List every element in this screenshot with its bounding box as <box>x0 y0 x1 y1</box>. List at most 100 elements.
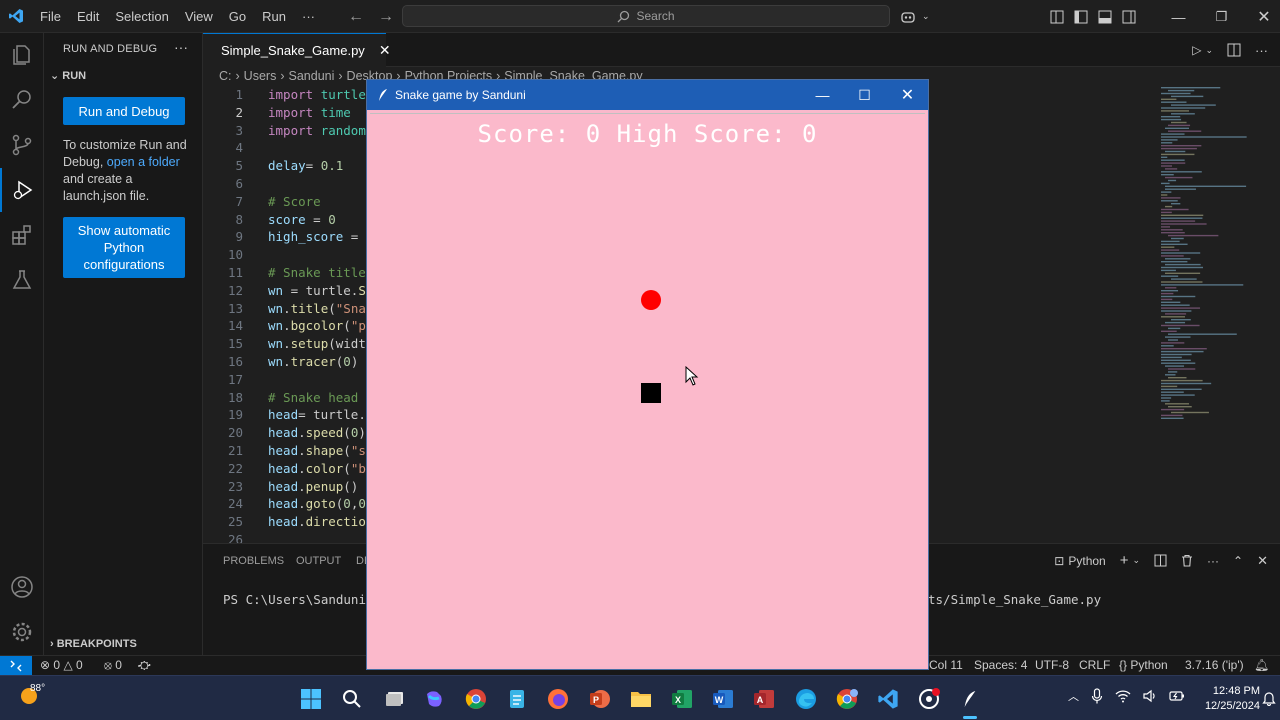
notifications-bell-icon[interactable]: 🔔︎ <box>1254 658 1269 672</box>
excel-icon[interactable]: X <box>668 685 696 713</box>
run-python-file-icon[interactable]: ▷ <box>1192 43 1201 57</box>
copilot-app-icon[interactable] <box>420 685 448 713</box>
file-explorer-icon[interactable] <box>627 685 655 713</box>
battery-charging-icon[interactable] <box>1169 690 1185 702</box>
debug-status-icon[interactable]: ⛮ <box>138 658 151 673</box>
tab-simple-snake-game[interactable]: Simple_Snake_Game.py ✕ <box>203 33 391 67</box>
new-terminal-icon[interactable]: + <box>1120 552 1129 569</box>
toggle-panel-icon[interactable] <box>1098 10 1112 24</box>
extensions-icon[interactable] <box>0 213 44 257</box>
more-actions-icon[interactable]: ··· <box>174 39 188 55</box>
microphone-icon[interactable] <box>1091 688 1103 704</box>
split-terminal-icon[interactable] <box>1154 554 1167 567</box>
powerpoint-icon[interactable]: P <box>586 685 614 713</box>
testing-flask-icon[interactable] <box>0 258 44 302</box>
code-line: high_score = 0 <box>268 229 373 245</box>
split-editor-icon[interactable] <box>1227 43 1241 57</box>
maximize-panel-icon[interactable]: ⌃ <box>1233 554 1243 568</box>
tab-problems[interactable]: PROBLEMS <box>223 555 284 567</box>
taskbar-clock[interactable]: 12:48 PM 12/25/2024 <box>1200 684 1260 714</box>
game-close-icon[interactable]: ✕ <box>886 80 929 110</box>
copilot-chevron-icon[interactable]: ⌄ <box>922 11 930 22</box>
terminal-prompt[interactable]: PS C:\Users\Sanduni> & <box>223 592 389 607</box>
source-control-icon[interactable] <box>0 123 44 167</box>
eol-status[interactable]: CRLF <box>1079 658 1110 672</box>
minimap-line <box>1161 147 1197 150</box>
restore-icon[interactable]: ❐ <box>1216 9 1228 25</box>
terminal-chevron-icon[interactable]: ⌄ <box>1132 555 1140 566</box>
explorer-icon[interactable] <box>0 33 44 77</box>
python-turtle-taskbar-icon[interactable] <box>956 685 984 713</box>
minimap[interactable] <box>1158 85 1268 435</box>
minimize-icon[interactable]: — <box>1172 9 1186 25</box>
problems-status[interactable]: ⊗ 0 △ 0 <box>40 658 83 672</box>
menu-edit[interactable]: Edit <box>69 0 107 33</box>
menu-run[interactable]: Run <box>254 0 294 33</box>
indentation-status[interactable]: Spaces: 4 <box>974 658 1027 672</box>
menu-file[interactable]: File <box>32 0 69 33</box>
run-chevron-icon[interactable]: ⌄ <box>1205 45 1213 56</box>
cursor-position[interactable]: Col 11 <box>929 658 963 672</box>
breakpoints-section-header[interactable]: › BREAKPOINTS <box>50 638 137 650</box>
edge-icon[interactable] <box>792 685 820 713</box>
close-window-icon[interactable]: ✕ <box>1257 7 1270 27</box>
ports-status[interactable]: ⦻ 0 <box>104 658 122 673</box>
menu-view[interactable]: View <box>177 0 221 33</box>
minimap-line <box>1161 98 1177 100</box>
toggle-secondary-sidebar-icon[interactable] <box>1122 10 1136 24</box>
breadcrumb-item[interactable]: Sanduni <box>289 69 335 83</box>
minimap-line <box>1168 371 1178 373</box>
breadcrumb-item[interactable]: C: <box>219 69 232 83</box>
minimap-line <box>1165 168 1178 170</box>
wifi-icon[interactable] <box>1115 689 1131 703</box>
game-minimize-icon[interactable]: — <box>801 80 844 110</box>
toggle-sidebar-icon[interactable] <box>1074 10 1088 24</box>
open-folder-link[interactable]: open a folder <box>107 155 180 169</box>
tray-chevron-up-icon[interactable]: ︿ <box>1068 688 1079 704</box>
menu-more[interactable]: ··· <box>294 0 323 33</box>
chrome-profile-icon[interactable] <box>833 685 861 713</box>
terminal-profile-label[interactable]: Python <box>1068 554 1105 568</box>
run-and-debug-icon[interactable] <box>0 168 44 212</box>
settings-gear-icon[interactable] <box>0 610 44 654</box>
notepad-icon[interactable] <box>503 685 531 713</box>
firefox-icon[interactable] <box>544 685 572 713</box>
obs-recorder-icon[interactable] <box>915 685 943 713</box>
access-icon[interactable]: A <box>750 685 778 713</box>
encoding-status[interactable]: UTF-8 <box>1035 658 1069 672</box>
editor-more-actions-icon[interactable]: ··· <box>1255 43 1268 58</box>
tab-close-icon[interactable]: ✕ <box>379 42 391 59</box>
accounts-icon[interactable] <box>0 565 44 609</box>
game-canvas[interactable]: Score: 0 High Score: 0 <box>370 113 925 666</box>
volume-icon[interactable] <box>1143 689 1157 703</box>
notifications-icon[interactable] <box>1262 690 1276 709</box>
trash-icon[interactable] <box>1181 554 1193 567</box>
breadcrumb-item[interactable]: Users <box>244 69 277 83</box>
show-python-configurations-button[interactable]: Show automatic Python configurations <box>63 217 185 278</box>
command-center-search[interactable]: Search <box>402 5 890 27</box>
menu-go[interactable]: Go <box>221 0 254 33</box>
forward-arrow-icon[interactable]: → <box>378 8 394 26</box>
game-maximize-icon[interactable]: ☐ <box>843 80 886 110</box>
chrome-icon[interactable] <box>462 685 490 713</box>
remote-indicator-icon[interactable] <box>0 656 32 676</box>
search-sidebar-icon[interactable] <box>0 78 44 122</box>
python-interpreter-status[interactable]: 3.7.16 ('ip') <box>1185 658 1244 672</box>
taskbar-search-icon[interactable] <box>338 685 366 713</box>
back-arrow-icon[interactable]: ← <box>348 8 364 26</box>
tab-output[interactable]: OUTPUT <box>296 555 341 567</box>
menu-selection[interactable]: Selection <box>107 0 176 33</box>
vscode-taskbar-icon[interactable] <box>874 685 902 713</box>
task-view-icon[interactable] <box>381 685 409 713</box>
run-and-debug-button[interactable]: Run and Debug <box>63 97 185 125</box>
customize-layout-icon[interactable] <box>1050 10 1064 24</box>
word-icon[interactable]: W <box>709 685 737 713</box>
run-section-header[interactable]: ⌄ RUN <box>50 69 86 82</box>
language-status[interactable]: {} Python <box>1119 658 1168 672</box>
minimap-line <box>1161 298 1173 301</box>
snake-game-title-bar[interactable]: Snake game by Sanduni — ☐ ✕ <box>367 80 928 110</box>
copilot-icon[interactable] <box>900 9 918 25</box>
windows-start-icon[interactable] <box>297 685 325 713</box>
panel-more-icon[interactable]: ··· <box>1207 554 1219 568</box>
close-panel-icon[interactable]: ✕ <box>1257 553 1268 569</box>
